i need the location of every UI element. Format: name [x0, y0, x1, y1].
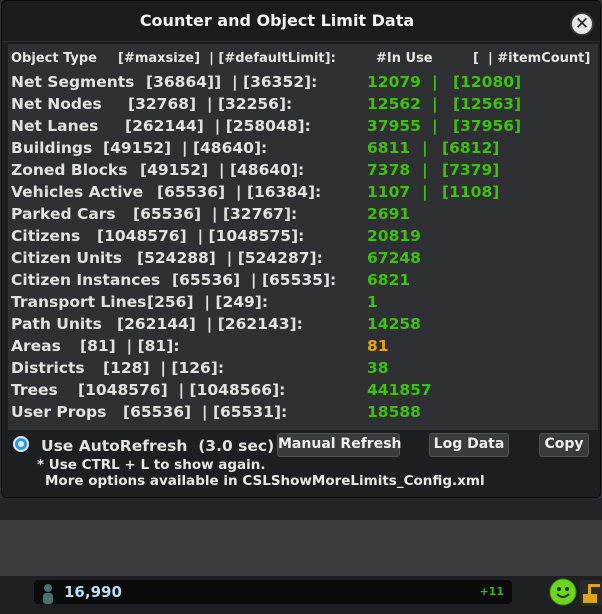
row-limits: [65536] | [32767]: [133, 205, 298, 223]
row-limits: [262144] | [262143]: [117, 315, 303, 333]
row-label: Net Segments [11, 73, 135, 91]
row-label: Trees [11, 381, 58, 399]
population-bar[interactable]: 16,990 +11 [34, 580, 512, 604]
row-in-use: 7378 [367, 161, 411, 179]
row-in-use: 38 [367, 359, 389, 377]
population-delta: +11 [479, 585, 504, 598]
row-limits: [256] | [249]: [147, 293, 269, 311]
row-limits: [49152] | [48640]: [103, 139, 268, 157]
row-in-use: 37955 [367, 117, 421, 135]
row-limits: [81] | [81]: [80, 337, 180, 355]
construction-icon[interactable] [580, 580, 602, 606]
background-strip [0, 498, 602, 520]
row-in-use: 14258 [367, 315, 421, 333]
row-in-use: 20819 [367, 227, 421, 245]
column-header-object-type: Object Type [11, 51, 97, 66]
population-value: 16,990 [64, 583, 122, 601]
row-label: Parked Cars [11, 205, 116, 223]
column-header-limits: [#maxsize] | [#defaultLimit]: [118, 51, 336, 66]
row-in-use: 6811 [367, 139, 411, 157]
row-item-count: [37956] [453, 117, 522, 135]
row-label: Net Nodes [11, 95, 102, 113]
game-background [0, 520, 602, 576]
row-item-count: [6812] [442, 139, 500, 157]
row-separator: | [422, 183, 428, 201]
row-limits: [32768] | [32256]: [128, 95, 293, 113]
row-in-use: 12562 [367, 95, 421, 113]
row-item-count: [7379] [442, 161, 500, 179]
row-limits: [262144] | [258048]: [125, 117, 311, 135]
row-limits: [65536] | [16384]: [157, 183, 322, 201]
window-title: Counter and Object Limit Data [139, 11, 415, 30]
column-header-item-count: [ | #itemCount] [473, 51, 591, 66]
row-limits: [65536] | [65531]: [123, 403, 288, 421]
row-separator: | [422, 139, 428, 157]
row-item-count: [12563] [453, 95, 522, 113]
log-data-button[interactable]: Log Data [429, 433, 509, 457]
row-in-use: 441857 [367, 381, 432, 399]
row-separator: | [432, 95, 438, 113]
person-icon [43, 584, 53, 604]
row-label: Citizen Units [11, 249, 122, 267]
autorefresh-label[interactable]: Use AutoRefresh (3.0 sec) [41, 436, 274, 456]
row-limits: [1048576] | [1048575]: [97, 227, 305, 245]
row-label: Citizens [11, 227, 81, 245]
row-label: Transport Lines [11, 293, 147, 311]
row-limits: [524288] | [524287]: [137, 249, 323, 267]
row-label: Citizen Instances [11, 271, 161, 289]
row-in-use: 1107 [367, 183, 411, 201]
hint-shortcut: * Use CTRL + L to show again. [37, 457, 266, 473]
row-label: Net Lanes [11, 117, 99, 135]
row-in-use: 6821 [367, 271, 411, 289]
row-in-use: 81 [367, 337, 389, 355]
row-label: Vehicles Active [11, 183, 144, 201]
row-item-count: [12080] [453, 73, 522, 91]
row-label: User Props [11, 403, 107, 421]
row-limits: [36864]] | [36352]: [146, 73, 318, 91]
row-label: Zoned Blocks [11, 161, 128, 179]
row-label: Path Units [11, 315, 102, 333]
row-label: Buildings [11, 139, 93, 157]
row-separator: | [432, 117, 438, 135]
smiley-icon[interactable] [549, 578, 577, 606]
autorefresh-radio[interactable] [13, 436, 29, 452]
column-header-in-use: #In Use [376, 51, 433, 66]
window-titlebar[interactable]: Counter and Object Limit Data ✕ [2, 1, 600, 42]
row-limits: [65536] | [65535]: [172, 271, 337, 289]
row-in-use: 2691 [367, 205, 411, 223]
row-in-use: 18588 [367, 403, 421, 421]
row-limits: [49152] | [48640]: [140, 161, 305, 179]
row-in-use: 1 [367, 293, 378, 311]
row-label: Districts [11, 359, 85, 377]
hint-config: More options available in CSLShowMoreLim… [45, 473, 485, 489]
row-in-use: 67248 [367, 249, 421, 267]
copy-button[interactable]: Copy [539, 433, 589, 457]
manual-refresh-button[interactable]: Manual Refresh [277, 433, 402, 457]
row-separator: | [422, 161, 428, 179]
row-limits: [128] | [126]: [103, 359, 225, 377]
row-label: Areas [11, 337, 61, 355]
row-item-count: [1108] [442, 183, 500, 201]
close-button[interactable]: ✕ [570, 12, 594, 36]
row-separator: | [432, 73, 438, 91]
radio-selected-dot [18, 441, 24, 447]
row-limits: [1048576] | [1048566]: [78, 381, 286, 399]
row-in-use: 12079 [367, 73, 421, 91]
